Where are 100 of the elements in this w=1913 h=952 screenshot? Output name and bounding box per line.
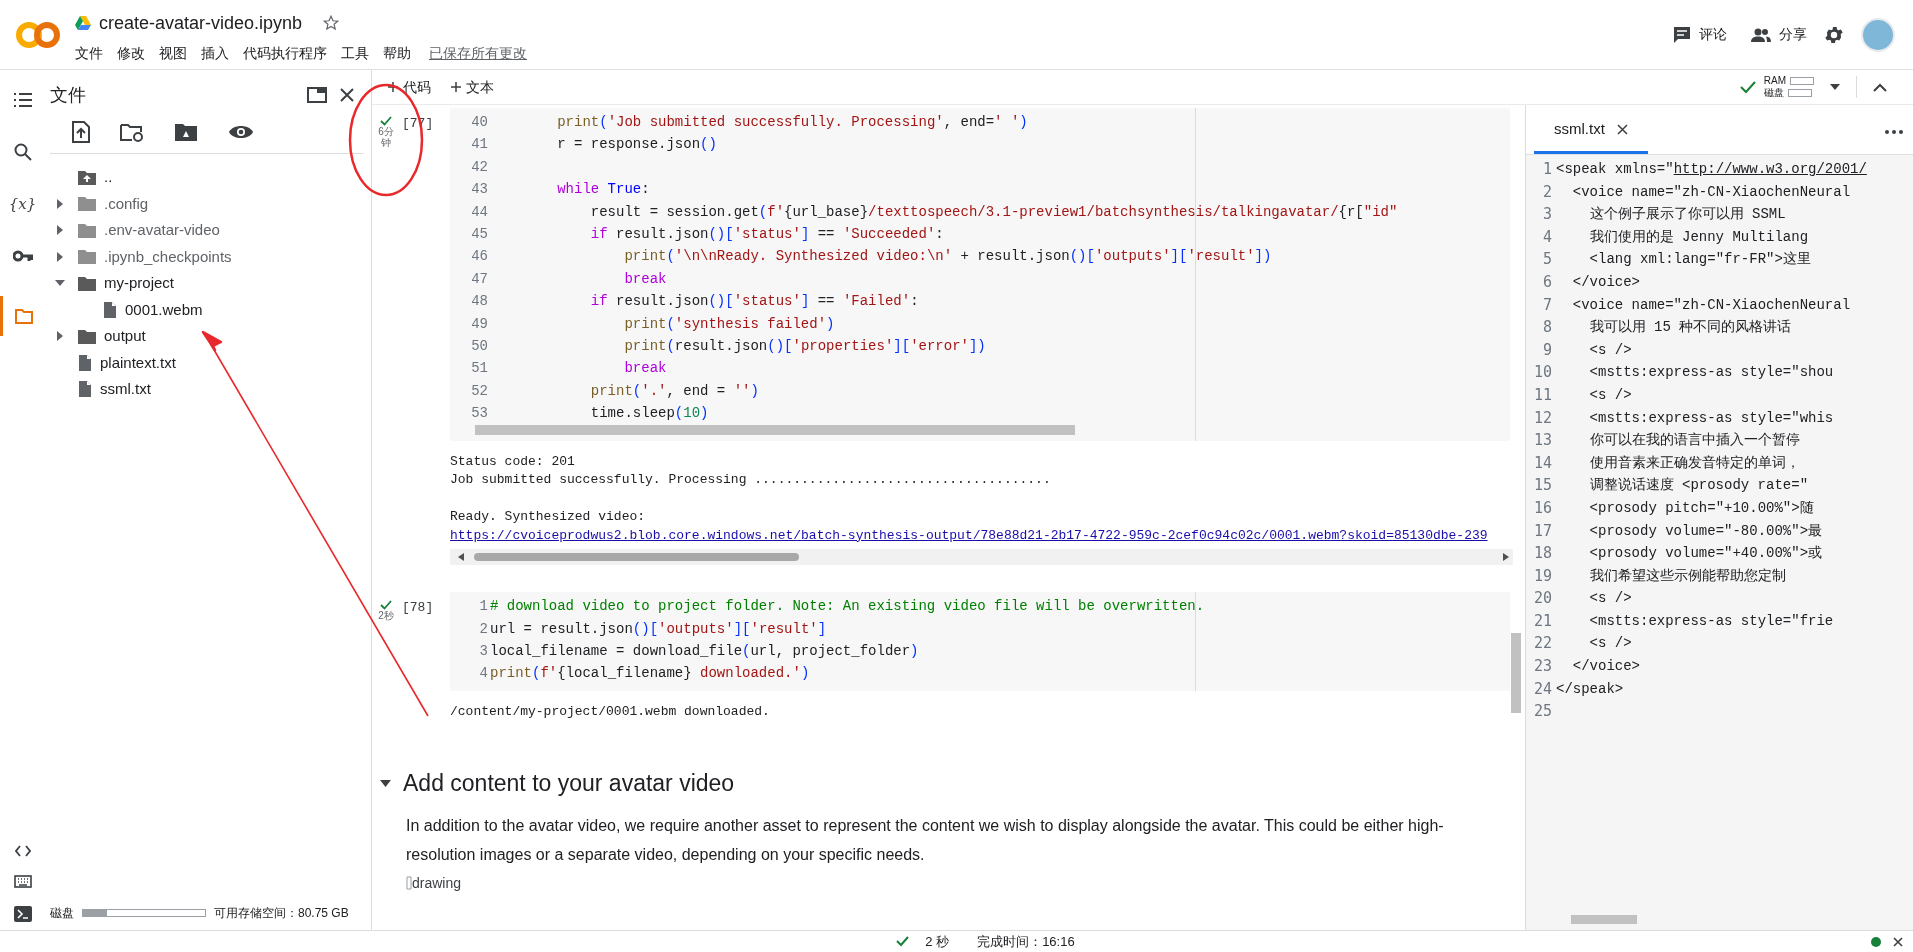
line-number: 2 [1541,181,1552,203]
file-tree-item[interactable]: .. [104,166,113,189]
connection-status-icon [1871,936,1881,947]
output-text: Ready. Synthesized video: [450,508,647,527]
code-line: # download video to project folder. Note: An existing video file will be overwritten. [490,597,1205,617]
file-tree-item[interactable]: ssml.txt [100,378,151,401]
scrollbar[interactable] [1571,915,1637,924]
keyboard-icon[interactable] [13,875,32,888]
menu-item[interactable]: 工具 [341,42,369,64]
file-tree-item[interactable]: .config [104,192,149,215]
code-line: while True: [556,180,650,200]
code-editor[interactable] [450,108,1510,441]
code-line: print('Job submitted successfully. Processing', end=' ') [556,113,1028,132]
window-icon[interactable] [307,87,327,103]
star-icon[interactable] [322,14,341,32]
line-number: 10 [1532,362,1552,384]
expanded-arrow-icon[interactable] [380,780,391,788]
file-icon [78,353,92,372]
notebook-title[interactable]: create-avatar-video.ipynb [99,9,303,37]
code-line: print('\n\nReady. Synthesized video:\n' + result.json()['outputs']['result']) [623,247,1272,267]
add-cell-button[interactable]: 文本 [445,74,500,100]
line-number: 6 [1541,271,1552,293]
finish-time-text: 完成时间：16:16 [977,932,1075,951]
file-tree-item[interactable]: plaintext.txt [100,351,176,374]
terminal-icon[interactable] [13,906,32,922]
line-number: 49 [470,314,489,334]
line-number: 15 [1532,475,1552,497]
disk-label: 磁盘 [50,905,74,922]
menu-item[interactable]: 插入 [201,42,229,64]
code-line: result = session.get(f'{url_base}/texttospeech/3.1-preview1/batchsynthesis/talkingavatar/{r["id" [589,202,1398,222]
line-number: 3 [478,642,489,661]
check-icon [380,116,392,126]
line-number: 13 [1532,430,1552,452]
drive-folder-icon[interactable] [174,121,198,142]
line-number: 1 [1541,159,1552,180]
scroll-right-icon[interactable] [1503,553,1509,562]
output-link[interactable]: https://cvoiceprodwus2.blob.core.windows.net/batch-synthesis-output/78e88d21-2b17-4722-959c-2cef0c94c02c/0001.webm?skoid=85130dbe-239 [450,526,1525,546]
scroll-left-icon[interactable] [458,553,464,562]
code-line: </voice> [1571,657,1640,677]
menu-item[interactable]: 代码执行程序 [243,42,327,64]
scrollbar[interactable] [475,424,1075,435]
output-text: Job submitted successfully. Processing ...................................... [450,471,1052,490]
logo-icon[interactable] [14,20,61,49]
code-line: <lang xml:lang="fr-FR">这里 [1588,250,1811,270]
file-tree-item[interactable]: output [104,325,146,348]
code-line: <mstts:express-as style="shou [1588,363,1834,383]
collapse-icon[interactable] [1873,82,1887,92]
ram-label: RAM [1763,75,1786,87]
line-number: 22 [1532,633,1552,655]
horizontal-scrollbar[interactable] [450,549,1513,566]
panel-title: 文件 [50,83,86,107]
eye-icon[interactable] [228,123,254,140]
code-icon[interactable] [14,845,31,857]
close-icon[interactable] [339,87,355,103]
code-line: local_filename = download_file(url, project_folder) [490,642,919,661]
collapsed-arrow-icon[interactable] [57,331,63,342]
collapsed-arrow-icon[interactable] [57,198,63,209]
file-tree-item[interactable]: .ipynb_checkpoints [104,245,232,268]
collapsed-arrow-icon[interactable] [57,225,63,236]
disk-label: 磁盘 [1763,87,1784,99]
code-line: if result.json()['status'] == 'Failed': [589,292,919,312]
code-line: url = result.json()['outputs']['result'] [490,619,827,639]
line-number: 14 [1532,452,1552,474]
line-number: 9 [1541,339,1552,361]
menu-item[interactable]: 视图 [159,42,187,64]
file-tree-item[interactable]: .env-avatar-video [104,219,220,242]
code-line: 你可以在我的语言中插入一个暂停 [1588,431,1800,451]
file-tree-item[interactable]: my-project [104,272,174,295]
file-tree-item[interactable]: 0001.webm [125,298,203,321]
code-line: </voice> [1571,272,1640,292]
disk-meter [1787,89,1812,97]
refresh-folder-icon[interactable] [120,121,144,142]
ram-meter [1790,77,1814,85]
add-cell-button[interactable]: 代码 [382,74,437,100]
code-line: print(f'{local_filename} downloaded.') [490,664,810,684]
close-icon[interactable] [1616,124,1628,135]
dropdown-caret-icon[interactable] [1830,84,1840,90]
scrollbar[interactable] [1511,633,1521,713]
comment-button[interactable]: 评论 [1673,24,1727,45]
line-number: 16 [1532,497,1552,519]
code-editor[interactable] [450,592,1510,691]
menu-item[interactable]: 帮助 [383,42,411,64]
line-number: 17 [1532,520,1552,542]
line-number: 52 [470,381,489,401]
duration-text: 2 秒 [925,932,950,951]
close-icon[interactable] [1893,936,1903,947]
code-line: 这个例子展示了你可以用 SSML [1588,205,1786,225]
menu-item[interactable]: 文件 [75,42,103,64]
check-icon [380,600,392,611]
paragraph: In addition to the avatar video, we require another asset to represent the content we wish to display alongside the avatar. This could be either high-resolution images or a separate video, depending on your specific needs. [405,815,1445,865]
more-options-icon[interactable] [1885,130,1903,134]
file-icon [103,300,117,319]
upload-file-icon[interactable] [72,120,90,143]
save-status-link[interactable]: 已保存所有更改 [429,42,527,64]
drive-icon [75,16,91,30]
share-button[interactable]: 分享 [1751,24,1807,45]
menu-item[interactable]: 修改 [117,42,145,64]
collapsed-arrow-icon[interactable] [57,251,63,262]
people-icon [1751,27,1771,42]
expanded-arrow-icon[interactable] [55,280,65,287]
